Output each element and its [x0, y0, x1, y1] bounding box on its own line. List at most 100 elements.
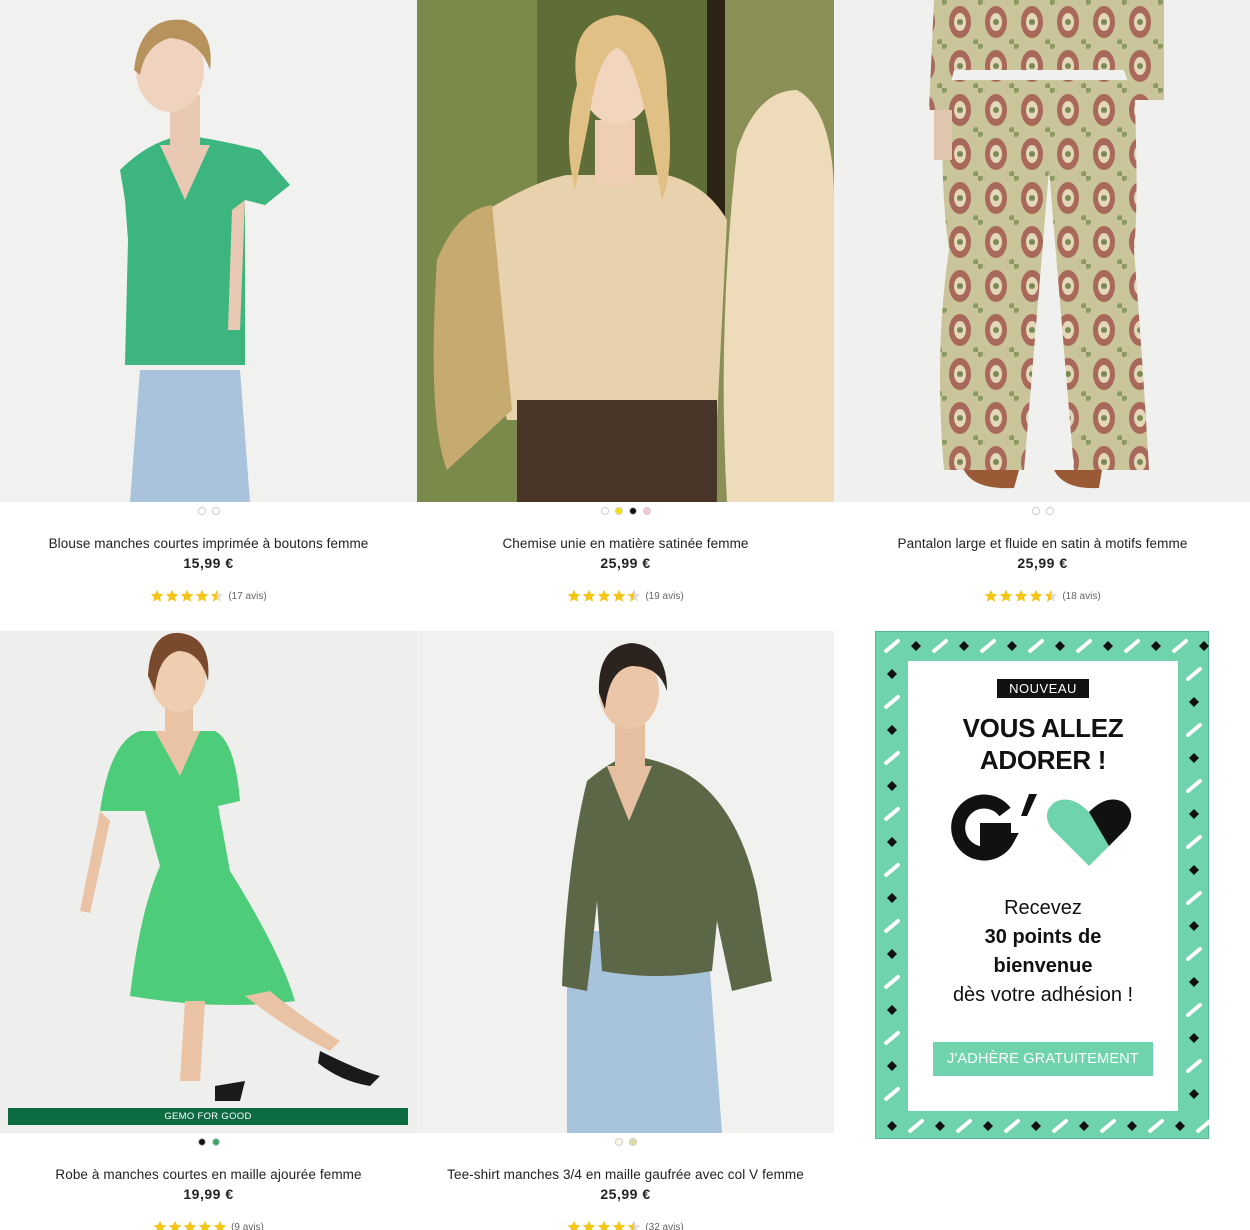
promo-text-line-4: dès votre adhésion ! — [952, 984, 1134, 1006]
product-price: 25,99 € — [600, 555, 651, 571]
border-dash — [1196, 1119, 1210, 1133]
rating-stars — [567, 589, 641, 603]
color-swatch[interactable] — [628, 1138, 637, 1146]
color-swatch[interactable] — [1045, 507, 1054, 515]
review-count[interactable]: (32 avis) — [645, 1222, 683, 1230]
border-diamond — [1189, 977, 1199, 987]
border-diamond — [1079, 1121, 1089, 1131]
border-diamond — [887, 669, 897, 679]
promo-text-line-2: 30 points de — [984, 926, 1102, 948]
border-diamond — [1189, 809, 1199, 819]
promo-headline: VOUS ALLEZ ADORER ! — [908, 712, 1178, 776]
border-diamond — [1127, 1121, 1137, 1131]
star-icon — [568, 1220, 581, 1230]
product-rating: (19 avis) — [417, 589, 834, 603]
star-icon — [613, 589, 626, 602]
star-icon — [1015, 589, 1028, 602]
color-swatch[interactable] — [211, 507, 220, 515]
promo-text-line-1: Recevez — [1004, 897, 1082, 919]
border-dash — [1186, 779, 1202, 793]
rating-stars — [150, 589, 224, 603]
product-name[interactable]: Blouse manches courtes imprimée à bouton… — [0, 536, 417, 551]
product-name[interactable]: Robe à manches courtes en maille ajourée… — [0, 1167, 417, 1182]
product-image — [0, 631, 417, 1133]
border-dash — [884, 863, 900, 877]
color-swatch[interactable] — [197, 1138, 206, 1146]
promo-text: Recevez 30 points de bienvenue dès votre… — [908, 894, 1178, 1010]
g-heart-logo — [908, 790, 1178, 866]
border-diamond — [1189, 865, 1199, 875]
border-diamond — [911, 641, 921, 651]
product-price: 25,99 € — [1017, 555, 1068, 571]
product-photo[interactable] — [834, 0, 1250, 502]
border-dash — [1076, 639, 1092, 653]
color-swatch[interactable] — [614, 507, 623, 515]
rating-stars — [567, 1220, 641, 1230]
color-swatch[interactable] — [197, 507, 206, 515]
product-rating: (32 avis) — [417, 1220, 834, 1230]
color-swatches — [834, 504, 1250, 518]
star-icon — [598, 589, 611, 602]
product-card[interactable]: Chemise unie en matière satinée femme 25… — [417, 0, 834, 603]
star-icon — [1045, 589, 1058, 602]
color-swatch[interactable] — [614, 1138, 623, 1146]
border-dash — [1186, 891, 1202, 905]
border-diamond — [1031, 1121, 1041, 1131]
product-name[interactable]: Pantalon large et fluide en satin à moti… — [834, 536, 1250, 551]
product-card[interactable]: GEMO FOR GOOD Robe à manches courtes en … — [0, 631, 417, 1230]
border-dash — [1186, 723, 1202, 737]
color-swatch[interactable] — [642, 507, 651, 515]
review-count[interactable]: (19 avis) — [645, 591, 683, 602]
border-diamond — [887, 837, 897, 847]
product-card[interactable]: Pantalon large et fluide en satin à moti… — [834, 0, 1250, 603]
review-count[interactable]: (17 avis) — [228, 591, 266, 602]
star-icon — [196, 589, 209, 602]
star-icon — [568, 589, 581, 602]
product-name[interactable]: Tee-shirt manches 3/4 en maille gaufrée … — [417, 1167, 834, 1182]
loyalty-promo-banner[interactable]: NOUVEAU VOUS ALLEZ ADORER ! Recevez 30 p… — [875, 631, 1210, 1139]
border-diamond — [1151, 641, 1161, 651]
star-icon — [628, 1220, 641, 1230]
border-dash — [884, 1031, 900, 1045]
product-card[interactable]: Blouse manches courtes imprimée à bouton… — [0, 0, 417, 603]
star-icon — [181, 589, 194, 602]
star-icon — [613, 1220, 626, 1230]
border-dash — [884, 919, 900, 933]
product-name[interactable]: Chemise unie en matière satinée femme — [417, 536, 834, 551]
join-free-button[interactable]: J'ADHÈRE GRATUITEMENT — [933, 1042, 1153, 1076]
color-swatch[interactable] — [1031, 507, 1040, 515]
color-swatch[interactable] — [600, 507, 609, 515]
product-photo[interactable] — [417, 0, 834, 502]
product-card[interactable]: Tee-shirt manches 3/4 en maille gaufrée … — [417, 631, 834, 1230]
border-dash — [884, 1087, 900, 1101]
border-dash — [1004, 1119, 1020, 1133]
promo-content: NOUVEAU VOUS ALLEZ ADORER ! Recevez 30 p… — [908, 661, 1178, 1111]
color-swatches — [417, 504, 834, 518]
border-dash — [1186, 667, 1202, 681]
color-swatches — [0, 1135, 417, 1149]
product-image — [417, 631, 834, 1133]
border-diamond — [1189, 753, 1199, 763]
color-swatch[interactable] — [211, 1138, 220, 1146]
product-rating: (9 avis) — [0, 1220, 417, 1230]
border-diamond — [887, 949, 897, 959]
border-diamond — [1189, 1033, 1199, 1043]
border-dash — [884, 695, 900, 709]
review-count[interactable]: (9 avis) — [231, 1222, 264, 1230]
border-diamond — [887, 1061, 897, 1071]
product-photo[interactable] — [417, 631, 834, 1133]
product-photo[interactable]: GEMO FOR GOOD — [0, 631, 417, 1133]
star-icon — [598, 1220, 611, 1230]
review-count[interactable]: (18 avis) — [1062, 591, 1100, 602]
border-dash — [1186, 835, 1202, 849]
star-icon — [198, 1220, 212, 1230]
border-dash — [1172, 639, 1188, 653]
product-image — [834, 0, 1250, 502]
border-diamond — [1189, 697, 1199, 707]
border-diamond — [935, 1121, 945, 1131]
star-icon — [583, 1220, 596, 1230]
border-diamond — [1007, 641, 1017, 651]
border-dash — [1052, 1119, 1068, 1133]
color-swatch[interactable] — [628, 507, 637, 515]
product-photo[interactable] — [0, 0, 417, 502]
